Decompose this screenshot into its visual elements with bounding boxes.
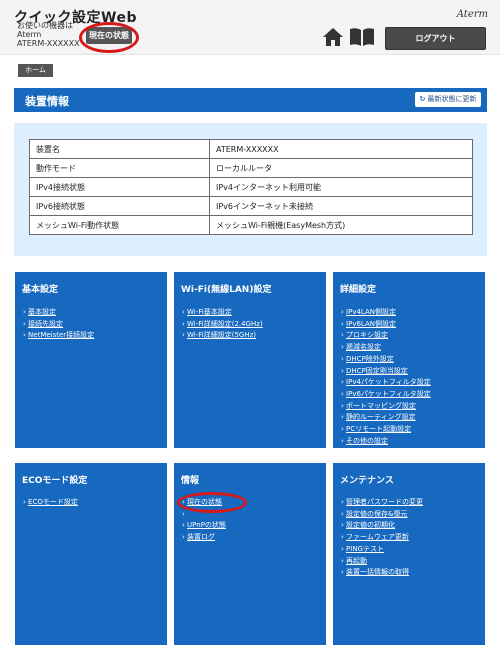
table-row: 動作モード ローカルルータ: [29, 158, 473, 178]
link-firmware-update[interactable]: ファームウェア更新: [341, 532, 423, 544]
card-title: 情報: [181, 476, 200, 486]
link-factory-reset[interactable]: 設定値の初期化: [341, 520, 423, 532]
link-list: Wi-Fi基本設定 Wi-Fi詳細設定(2.4GHz) Wi-Fi詳細設定(5G…: [182, 307, 263, 342]
highlight-circle: [79, 22, 139, 53]
card-wifi-settings: Wi-Fi(無線LAN)設定 Wi-Fi基本設定 Wi-Fi詳細設定(2.4GH…: [174, 272, 326, 448]
link-list: 基本設定 接続先設定 NetMeister接続設定: [23, 307, 94, 342]
link-list: ECOモード設定: [23, 497, 78, 509]
device-info-title: 装置情報: [25, 95, 69, 108]
top-header: クイック設定Web お使いの機器は Aterm ATERM-XXXXXX 現在の…: [0, 0, 500, 55]
device-info-table: 装置名 ATERM-XXXXXX 動作モード ローカルルータ IPv4接続状態 IPv…: [29, 139, 473, 235]
link-pc-remote[interactable]: PCリモート起動設定: [341, 424, 431, 436]
table-row: IPv6接続状態 IPv6インターネット未接続: [29, 196, 473, 216]
card-title: 基本設定: [22, 285, 59, 295]
refresh-label: 最新状態に更新: [427, 95, 477, 103]
link-proxy[interactable]: プロキシ設定: [341, 330, 431, 342]
link-static-routing[interactable]: 静的ルーティング設定: [341, 412, 431, 424]
link-domain[interactable]: 逓減名設定: [341, 342, 431, 354]
link-wifi-detail-5[interactable]: Wi-Fi詳細設定(5GHz): [182, 330, 263, 342]
link-list: 管理者パスワードの変更 設定値の保存&復元 設定値の初期化 ファームウェア更新 …: [341, 497, 423, 579]
highlight-circle: [177, 492, 247, 513]
row-value: ローカルルータ: [209, 158, 473, 178]
row-value: ATERM-XXXXXX: [209, 139, 473, 159]
link-ipv4-lan[interactable]: IPv4LAN側設定: [341, 307, 431, 319]
refresh-icon: ↻: [419, 95, 426, 103]
link-other[interactable]: その他の設定: [341, 436, 431, 448]
table-row: IPv4接続状態 IPv4インターネット利用可能: [29, 177, 473, 197]
home-icon[interactable]: [322, 26, 344, 48]
link-reboot[interactable]: 再起動: [341, 556, 423, 568]
link-device-info-export[interactable]: 装置一括情報の取得: [341, 567, 423, 579]
card-basic-settings: 基本設定 基本設定 接続先設定 NetMeister接続設定: [15, 272, 167, 448]
row-label: IPv4接続状態: [29, 177, 210, 197]
link-ping-test[interactable]: PINGテスト: [341, 544, 423, 556]
link-basic-settings[interactable]: 基本設定: [23, 307, 94, 319]
row-label: IPv6接続状態: [29, 196, 210, 216]
brand-logo: Aterm: [456, 9, 488, 20]
row-label: 装置名: [29, 139, 210, 159]
device-line-3: ATERM-XXXXXX: [17, 39, 80, 48]
row-label: 動作モード: [29, 158, 210, 178]
logout-button[interactable]: ログアウト: [385, 27, 486, 50]
manual-book-icon[interactable]: [349, 27, 375, 47]
row-label: メッシュWi-Fi動作状態: [29, 215, 210, 235]
link-netmeister-settings[interactable]: NetMeister接続設定: [23, 330, 94, 342]
device-info-header: 装置情報 ↻ 最新状態に更新: [14, 88, 487, 112]
link-ipv6-filter[interactable]: IPv6パケットフィルタ設定: [341, 389, 431, 401]
table-row: メッシュWi-Fi動作状態 メッシュWi-Fi親機(EasyMesh方式): [29, 215, 473, 235]
link-list: IPv4LAN側設定 IPv6LAN側設定 プロキシ設定 逓減名設定 DHCP除…: [341, 307, 431, 447]
card-title: ECOモード設定: [22, 476, 88, 486]
card-title: 詳細設定: [340, 285, 377, 295]
link-ipv4-filter[interactable]: IPv4パケットフィルタ設定: [341, 377, 431, 389]
table-row: 装置名 ATERM-XXXXXX: [29, 139, 473, 159]
link-dhcp-fixed[interactable]: DHCP固定割当設定: [341, 366, 431, 378]
card-eco-mode: ECOモード設定 ECOモード設定: [15, 463, 167, 645]
card-information: 情報 現在の状態 UPnPの状態 装置ログ: [174, 463, 326, 645]
card-title: Wi-Fi(無線LAN)設定: [181, 285, 272, 295]
card-maintenance: メンテナンス 管理者パスワードの変更 設定値の保存&復元 設定値の初期化 ファー…: [333, 463, 485, 645]
link-wifi-basic[interactable]: Wi-Fi基本設定: [182, 307, 263, 319]
link-connection-settings[interactable]: 接続先設定: [23, 319, 94, 331]
link-ipv6-lan[interactable]: IPv6LAN側設定: [341, 319, 431, 331]
link-device-log[interactable]: 装置ログ: [182, 532, 226, 544]
row-value: メッシュWi-Fi親機(EasyMesh方式): [209, 215, 473, 235]
link-backup-restore[interactable]: 設定値の保存&復元: [341, 509, 423, 521]
breadcrumb-home[interactable]: ホーム: [18, 64, 53, 77]
card-title: メンテナンス: [340, 476, 394, 486]
link-upnp-status[interactable]: UPnPの状態: [182, 520, 226, 532]
device-info-panel: 装置名 ATERM-XXXXXX 動作モード ローカルルータ IPv4接続状態 IPv…: [14, 123, 487, 256]
card-advanced-settings: 詳細設定 IPv4LAN側設定 IPv6LAN側設定 プロキシ設定 逓減名設定 …: [333, 272, 485, 448]
link-eco-mode[interactable]: ECOモード設定: [23, 497, 78, 509]
link-wifi-detail-24[interactable]: Wi-Fi詳細設定(2.4GHz): [182, 319, 263, 331]
refresh-button[interactable]: ↻ 最新状態に更新: [415, 92, 481, 107]
link-dhcp-exclude[interactable]: DHCP除外設定: [341, 354, 431, 366]
link-admin-password[interactable]: 管理者パスワードの変更: [341, 497, 423, 509]
row-value: IPv6インターネット未接続: [209, 196, 473, 216]
row-value: IPv4インターネット利用可能: [209, 177, 473, 197]
link-port-mapping[interactable]: ポートマッピング設定: [341, 401, 431, 413]
